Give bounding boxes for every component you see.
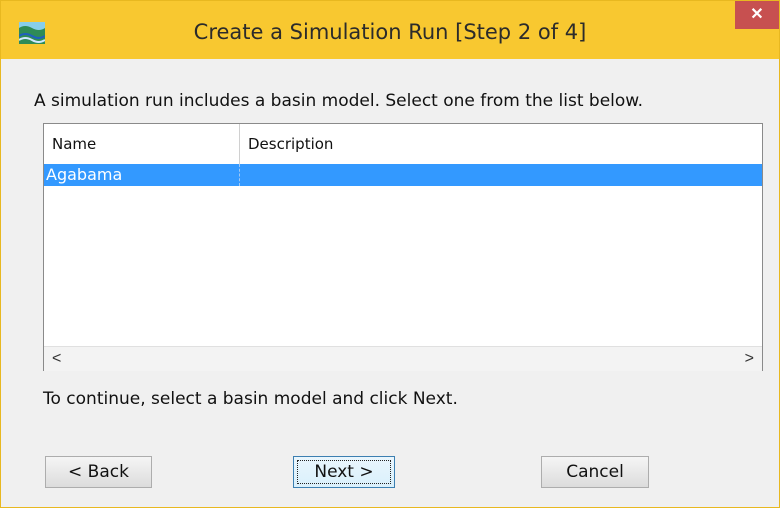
next-button[interactable]: Next >: [293, 456, 395, 488]
table-header: Name Description: [44, 124, 762, 165]
window-title: Create a Simulation Run [Step 2 of 4]: [193, 20, 587, 44]
horizontal-scrollbar[interactable]: < >: [44, 346, 762, 371]
column-header-name[interactable]: Name: [44, 124, 240, 164]
row-name-cell[interactable]: Agabama: [44, 164, 240, 186]
dialog-window: Create a Simulation Run [Step 2 of 4] ✕ …: [0, 0, 780, 508]
column-header-description[interactable]: Description: [240, 124, 762, 164]
basin-model-table: Name Description Agabama < >: [43, 123, 763, 371]
focus-ring: [297, 460, 391, 484]
title-bar[interactable]: Create a Simulation Run [Step 2 of 4] ✕: [1, 1, 779, 59]
row-description-cell[interactable]: [240, 164, 762, 186]
scroll-right-icon[interactable]: >: [745, 350, 754, 368]
back-button[interactable]: < Back: [45, 456, 152, 488]
table-row[interactable]: Agabama: [44, 164, 762, 186]
hint-text: To continue, select a basin model and cl…: [43, 389, 458, 409]
close-button[interactable]: ✕: [735, 1, 779, 29]
instruction-text: A simulation run includes a basin model.…: [34, 91, 644, 111]
cancel-button[interactable]: Cancel: [541, 456, 649, 488]
scroll-left-icon[interactable]: <: [52, 350, 61, 368]
